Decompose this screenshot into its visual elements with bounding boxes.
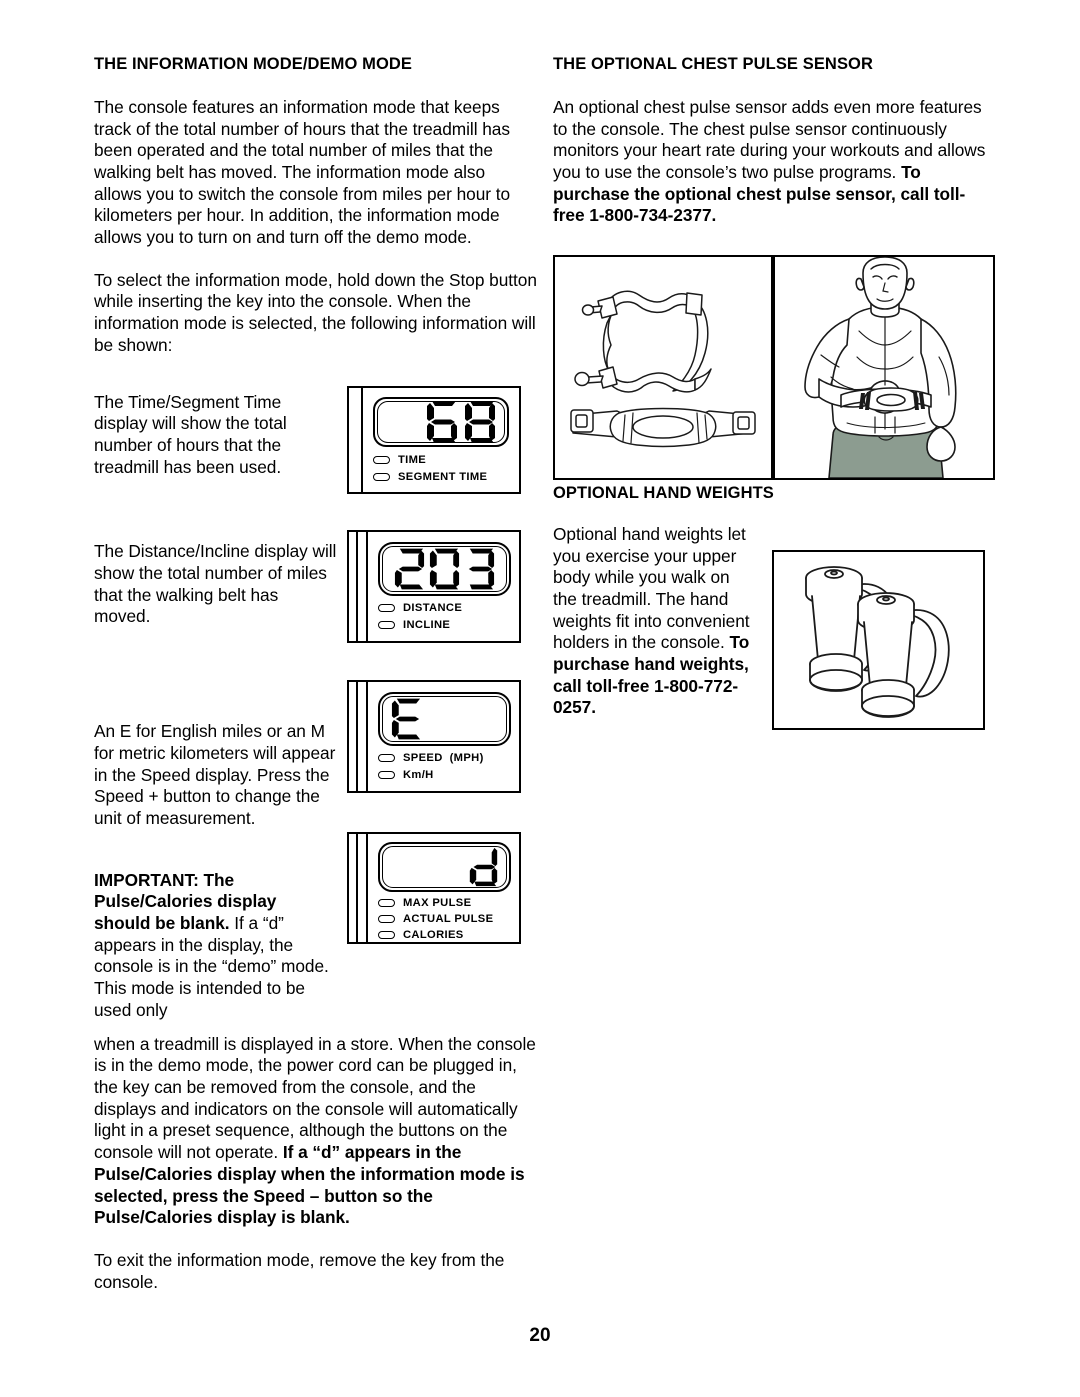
lcd-window — [378, 692, 511, 746]
indicator-label: SEGMENT TIME — [398, 471, 488, 483]
paragraph-hand-weights: Optional hand weights let you exercise y… — [553, 524, 753, 719]
seven-segment-digit — [391, 698, 421, 740]
lcd-window — [378, 842, 511, 892]
led-indicator-icon — [378, 754, 395, 762]
seven-segment-digit — [394, 548, 425, 590]
panel-left-bezel-strip-2 — [358, 682, 368, 791]
paragraph-chest-pulse-sensor: An optional chest pulse sensor adds even… — [553, 97, 996, 227]
paragraph-demo-mode-detail: when a treadmill is displayed in a store… — [94, 1034, 537, 1229]
indicator-distance: DISTANCE — [378, 602, 511, 614]
hand-weights-illustration — [805, 566, 950, 718]
panel-left-bezel-strip-2 — [358, 834, 368, 942]
led-indicator-icon — [373, 456, 390, 464]
paragraph-distance-incline-display: The Distance/Incline display will show t… — [94, 541, 337, 627]
led-indicator-icon — [373, 473, 390, 481]
seven-segment-digit — [468, 548, 495, 590]
lcd-digit-group — [390, 694, 499, 744]
lcd-digit-group — [390, 844, 499, 890]
hand-weights-rest: Optional hand weights let you exercise y… — [553, 523, 750, 653]
seven-segment-digit — [469, 847, 498, 887]
paragraph-exit-information-mode: To exit the information mode, remove the… — [94, 1249, 505, 1292]
panel-left-bezel-strip — [349, 834, 358, 942]
lcd-digit-group — [385, 399, 497, 445]
paragraph-important-pulse-calories: IMPORTANT: The Pulse/Calories display sh… — [94, 870, 337, 1022]
indicator-label: ACTUAL PULSE — [403, 913, 494, 925]
seven-segment-digit — [427, 401, 457, 443]
led-indicator-icon — [378, 771, 395, 779]
indicator-label: TIME — [398, 454, 427, 466]
indicator-label: INCLINE — [403, 619, 451, 631]
console-display-time-segment-time: TIME SEGMENT TIME — [347, 386, 521, 494]
console-display-speed: SPEED (MPH) Km/H — [347, 680, 521, 793]
figure-chest-pulse-sensor-strap — [553, 255, 773, 480]
paragraph-time-segment-display: The Time/Segment Time display will show … — [94, 391, 287, 477]
led-indicator-icon — [378, 931, 395, 939]
indicator-label: MAX PULSE — [403, 897, 472, 909]
document-page: THE INFORMATION MODE/DEMO MODE The conso… — [0, 0, 1080, 1397]
panel-left-bezel-strip — [349, 388, 363, 492]
led-indicator-icon — [378, 899, 395, 907]
page-number: 20 — [529, 1325, 551, 1346]
indicator-kmh: Km/H — [378, 769, 511, 781]
section-heading-hand-weights: OPTIONAL HAND WEIGHTS — [553, 484, 774, 503]
indicator-segment-time: SEGMENT TIME — [373, 471, 509, 483]
figure-hand-weights — [772, 550, 985, 730]
indicator-list: MAX PULSE ACTUAL PULSE CALORIES — [378, 897, 511, 946]
panel-body: MAX PULSE ACTUAL PULSE CALORIES — [368, 834, 519, 942]
indicator-label: SPEED (MPH) — [403, 752, 484, 764]
panel-left-bezel-strip — [349, 682, 358, 791]
section-heading-information-mode: THE INFORMATION MODE/DEMO MODE — [94, 55, 413, 73]
indicator-max-pulse: MAX PULSE — [378, 897, 511, 909]
seven-segment-digit — [429, 548, 460, 590]
console-display-distance-incline: DISTANCE INCLINE — [347, 530, 521, 643]
indicator-actual-pulse: ACTUAL PULSE — [378, 913, 511, 925]
panel-body: SPEED (MPH) Km/H — [368, 682, 519, 791]
section-heading-chest-pulse-sensor: THE OPTIONAL CHEST PULSE SENSOR — [553, 55, 873, 73]
indicator-list: SPEED (MPH) Km/H — [378, 752, 511, 786]
indicator-list: DISTANCE INCLINE — [378, 602, 511, 636]
lcd-digit-group — [390, 544, 499, 594]
indicator-label: Km/H — [403, 769, 434, 781]
paragraph-speed-display-units: An E for English miles or an M for metri… — [94, 721, 336, 828]
lcd-window — [373, 397, 509, 447]
indicator-incline: INCLINE — [378, 619, 511, 631]
panel-body: TIME SEGMENT TIME — [363, 388, 519, 492]
seven-segment-digit — [465, 401, 495, 443]
indicator-label: CALORIES — [403, 929, 464, 941]
led-indicator-icon — [378, 604, 395, 612]
indicator-time: TIME — [373, 454, 509, 466]
console-display-pulse-calories: MAX PULSE ACTUAL PULSE CALORIES — [347, 832, 521, 944]
lcd-window — [378, 542, 511, 596]
panel-left-bezel-strip — [349, 532, 358, 641]
figure-man-wearing-chest-sensor — [773, 255, 995, 480]
led-indicator-icon — [378, 621, 395, 629]
panel-left-bezel-strip-2 — [358, 532, 368, 641]
indicator-speed-mph: SPEED (MPH) — [378, 752, 511, 764]
paragraph-information-mode-intro: The console features an information mode… — [94, 96, 511, 248]
chest-strap-illustration — [570, 290, 756, 448]
indicator-calories: CALORIES — [378, 929, 511, 941]
paragraph-select-information-mode: To select the information mode, hold dow… — [94, 269, 537, 355]
indicator-list: TIME SEGMENT TIME — [373, 454, 509, 488]
panel-body: DISTANCE INCLINE — [368, 532, 519, 641]
indicator-label: DISTANCE — [403, 602, 463, 614]
man-wearing-strap-illustration — [804, 257, 957, 478]
led-indicator-icon — [378, 915, 395, 923]
